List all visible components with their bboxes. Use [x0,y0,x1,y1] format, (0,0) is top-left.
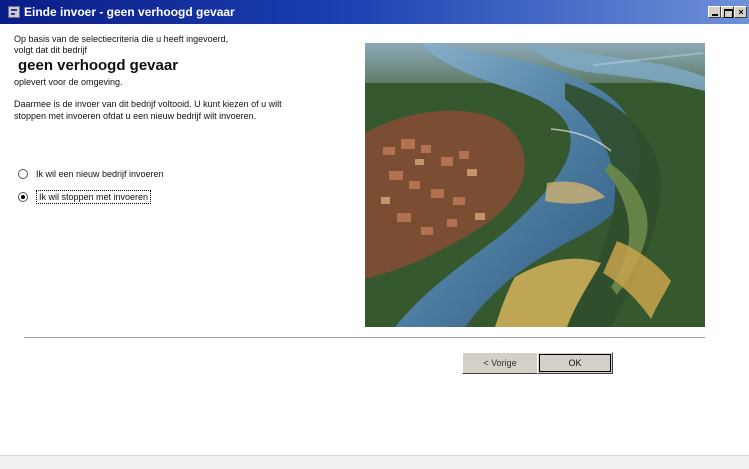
intro-line-1: Op basis van de selectiecriteria die u h… [14,34,229,44]
close-icon: × [738,7,744,17]
ok-button[interactable]: OK [537,352,613,374]
intro-text: Op basis van de selectiecriteria die u h… [14,34,314,56]
intro-line-2: volgt dat dit bedrijf [14,45,88,55]
radio-button-selected[interactable] [18,192,28,202]
radio-button[interactable] [18,169,28,179]
access-form-icon [8,6,20,18]
divider [24,337,705,339]
dialog-window: Einde invoer - geen verhoogd gevaar × Op… [0,0,749,469]
title-bar[interactable]: Einde invoer - geen verhoogd gevaar × [0,0,749,24]
completion-text: Daarmee is de invoer van dit bedrijf vol… [14,99,282,121]
status-bar [0,455,749,469]
window-title: Einde invoer - geen verhoogd gevaar [24,5,235,19]
aerial-river-photo [365,43,705,327]
dialog-content: Op basis van de selectiecriteria die u h… [0,24,749,469]
maximize-button[interactable] [721,6,734,18]
option-stop[interactable]: Ik wil stoppen met invoeren [18,189,152,205]
intro-line-3: oplevert voor de omgeving. [14,77,123,87]
option-new-company[interactable]: Ik wil een nieuw bedrijf invoeren [18,166,164,182]
maximize-icon [724,9,733,18]
option-label[interactable]: Ik wil stoppen met invoeren [36,190,152,204]
close-button[interactable]: × [734,6,747,18]
minimize-icon [712,14,718,16]
result-highlight: geen verhoogd gevaar [18,57,179,74]
option-label[interactable]: Ik wil een nieuw bedrijf invoeren [36,169,164,179]
aerial-photo-illustration [365,43,705,327]
minimize-button[interactable] [708,6,721,18]
previous-button[interactable]: < Vorige [462,352,538,374]
